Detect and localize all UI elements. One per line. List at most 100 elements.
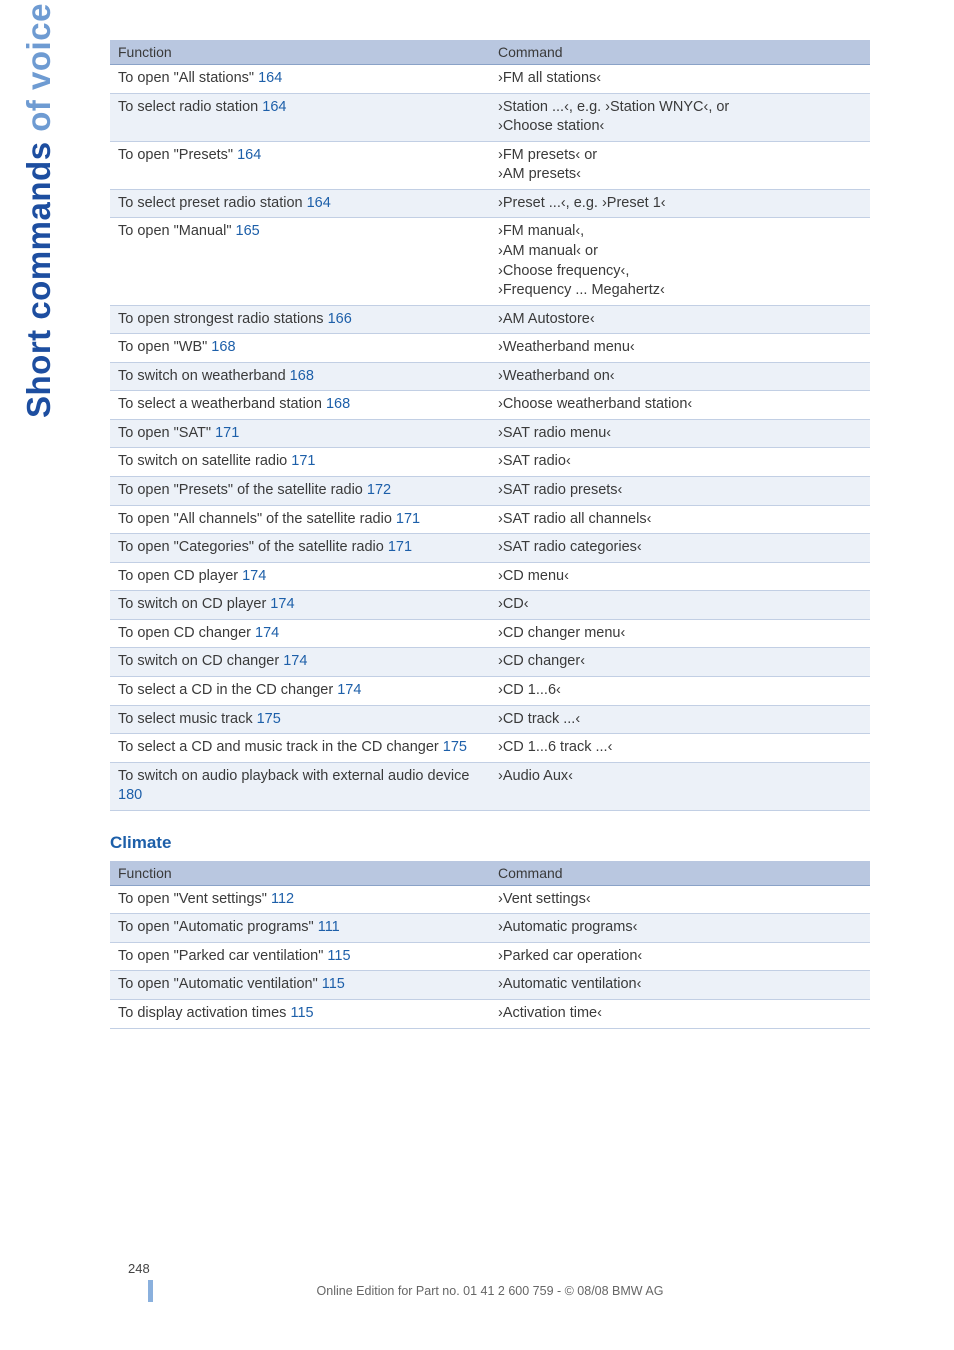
function-cell: To select a weatherband station 168	[110, 391, 490, 420]
section-climate: Climate	[110, 833, 870, 853]
command-cell: ›Audio Aux‹	[490, 762, 870, 810]
function-cell: To open "Presets" of the satellite radio…	[110, 477, 490, 506]
page-ref[interactable]: 164	[233, 147, 261, 163]
function-cell: To open "Categories" of the satellite ra…	[110, 534, 490, 563]
side-tab-part1: Short commands	[20, 141, 57, 418]
page-ref[interactable]: 115	[318, 976, 345, 992]
function-cell: To display activation times 115	[110, 1000, 490, 1029]
function-cell: To switch on audio playback with externa…	[110, 762, 490, 810]
command-cell: ›SAT radio categories‹	[490, 534, 870, 563]
side-tab-part2: of voice command system	[20, 0, 57, 132]
function-text: To open CD changer	[118, 625, 251, 641]
page-ref[interactable]: 115	[323, 948, 350, 964]
page-ref[interactable]: 174	[266, 596, 294, 612]
table-row: To switch on CD player 174›CD‹	[110, 591, 870, 620]
function-text: To select a CD and music track in the CD…	[118, 739, 439, 755]
table-row: To open CD changer 174›CD changer menu‹	[110, 619, 870, 648]
table-row: To open "Vent settings" 112›Vent setting…	[110, 885, 870, 914]
table-row: To switch on CD changer 174›CD changer‹	[110, 648, 870, 677]
function-text: To open "Presets" of the satellite radio	[118, 482, 363, 498]
function-cell: To open "All stations" 164	[110, 65, 490, 94]
page-ref[interactable]: 175	[439, 739, 467, 755]
page-ref[interactable]: 171	[287, 453, 315, 469]
function-text: To open "Automatic programs"	[118, 919, 314, 935]
function-text: To open "All channels" of the satellite …	[118, 511, 392, 527]
command-cell: ›AM Autostore‹	[490, 305, 870, 334]
function-text: To open "Manual"	[118, 223, 231, 239]
table-row: To open "Manual" 165›FM manual‹,›AM manu…	[110, 218, 870, 305]
command-cell: ›Station ...‹, e.g. ›Station WNYC‹, or›C…	[490, 93, 870, 141]
side-tab-label: Short commands of voice command system	[20, 0, 58, 418]
function-cell: To switch on weatherband 168	[110, 362, 490, 391]
table-row: To open CD player 174›CD menu‹	[110, 562, 870, 591]
table-row: To select a CD in the CD changer 174›CD …	[110, 676, 870, 705]
page-ref[interactable]: 174	[279, 653, 307, 669]
command-cell: ›CD track ...‹	[490, 705, 870, 734]
function-cell: To open "SAT" 171	[110, 419, 490, 448]
function-cell: To open CD changer 174	[110, 619, 490, 648]
page-ref[interactable]: 115	[286, 1005, 313, 1021]
command-cell: ›CD 1...6‹	[490, 676, 870, 705]
page-ref[interactable]: 164	[254, 70, 282, 86]
table-row: To switch on satellite radio 171 ›SAT rad…	[110, 448, 870, 477]
command-cell: ›Preset ...‹, e.g. ›Preset 1‹	[490, 189, 870, 218]
page-ref[interactable]: 111	[314, 919, 340, 935]
function-text: To select a weatherband station	[118, 396, 322, 412]
table-row: To open "Automatic ventilation" 115›Auto…	[110, 971, 870, 1000]
table-row: To select music track 175›CD track ...‹	[110, 705, 870, 734]
command-cell: ›Activation time‹	[490, 1000, 870, 1029]
page-ref[interactable]: 171	[384, 539, 412, 555]
function-text: To switch on weatherband	[118, 368, 286, 384]
col-command: Command	[490, 861, 870, 886]
command-cell: ›FM presets‹ or›AM presets‹	[490, 141, 870, 189]
table-row: To switch on weatherband 168›Weatherband…	[110, 362, 870, 391]
page-ref[interactable]: 174	[238, 568, 266, 584]
function-cell: To select music track 175	[110, 705, 490, 734]
page-ref[interactable]: 168	[322, 396, 350, 412]
table-row: To open "Parked car ventilation" 115›Par…	[110, 942, 870, 971]
function-text: To open "Presets"	[118, 147, 233, 163]
function-cell: To select radio station 164	[110, 93, 490, 141]
function-cell: To open "Manual" 165	[110, 218, 490, 305]
function-text: To open "All stations"	[118, 70, 254, 86]
command-cell: ›Automatic programs‹	[490, 914, 870, 943]
page-ref[interactable]: 164	[258, 99, 286, 115]
page-ref[interactable]: 172	[363, 482, 391, 498]
command-cell: ›Automatic ventilation‹	[490, 971, 870, 1000]
function-text: To switch on satellite radio	[118, 453, 287, 469]
table-row: To open "Categories" of the satellite ra…	[110, 534, 870, 563]
page-ref[interactable]: 174	[333, 682, 361, 698]
page-ref[interactable]: 168	[286, 368, 314, 384]
page-ref[interactable]: 180	[118, 787, 142, 803]
table-row: To open "Presets" of the satellite radio…	[110, 477, 870, 506]
function-cell: To open CD player 174	[110, 562, 490, 591]
page-ref[interactable]: 171	[211, 425, 239, 441]
function-text: To switch on CD player	[118, 596, 266, 612]
table-row: To switch on audio playback with externa…	[110, 762, 870, 810]
function-cell: To open "Parked car ventilation" 115	[110, 942, 490, 971]
command-cell: ›SAT radio menu‹	[490, 419, 870, 448]
command-cell: ›SAT radio all channels‹	[490, 505, 870, 534]
function-cell: To open strongest radio stations 166	[110, 305, 490, 334]
command-cell: ›SAT radio presets‹	[490, 477, 870, 506]
page-ref[interactable]: 174	[251, 625, 279, 641]
page-ref[interactable]: 164	[303, 195, 331, 211]
table-row: To open "Presets" 164 ›FM presets‹ or›AM …	[110, 141, 870, 189]
function-text: To open CD player	[118, 568, 238, 584]
page-ref[interactable]: 175	[253, 711, 281, 727]
entertainment-table: Function Command To open "All stations" …	[110, 40, 870, 811]
function-cell: To select preset radio station 164	[110, 189, 490, 218]
page-ref[interactable]: 168	[207, 339, 235, 355]
command-cell: ›Choose weatherband station‹	[490, 391, 870, 420]
function-cell: To open "All channels" of the satellite …	[110, 505, 490, 534]
page-ref[interactable]: 171	[392, 511, 420, 527]
function-text: To select radio station	[118, 99, 258, 115]
function-cell: To select a CD and music track in the CD…	[110, 734, 490, 763]
page-ref[interactable]: 166	[324, 311, 352, 327]
page-ref[interactable]: 165	[231, 223, 259, 239]
function-cell: To open "Vent settings" 112	[110, 885, 490, 914]
function-text: To open strongest radio stations	[118, 311, 324, 327]
page-ref[interactable]: 112	[267, 891, 294, 907]
command-cell: ›SAT radio‹	[490, 448, 870, 477]
table-row: To select a CD and music track in the CD…	[110, 734, 870, 763]
